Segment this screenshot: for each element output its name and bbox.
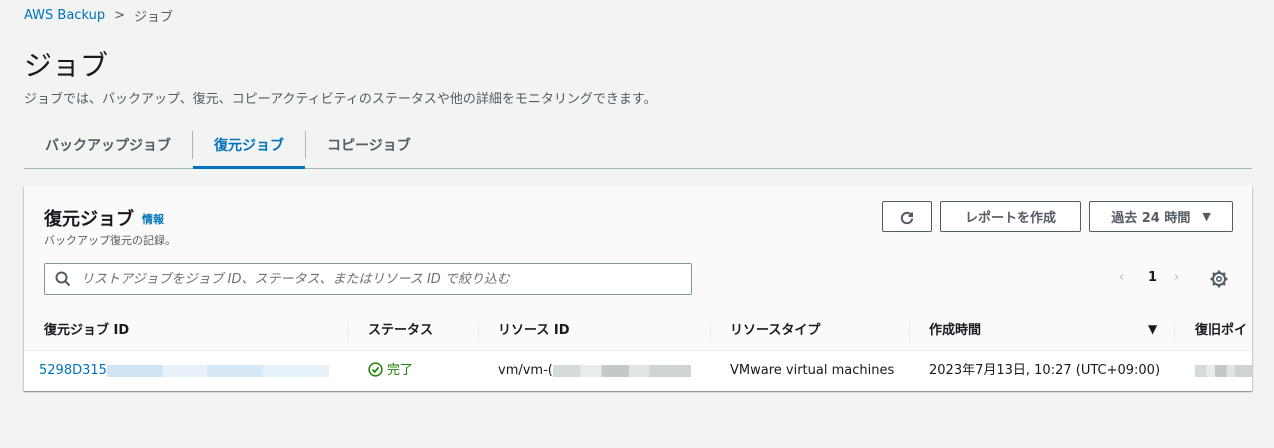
redacted-id bbox=[106, 364, 329, 377]
column-status[interactable]: ステータス bbox=[368, 316, 433, 350]
caret-down-icon: ▼ bbox=[1202, 210, 1211, 223]
next-page-button[interactable]: › bbox=[1174, 270, 1179, 285]
chevron-right-icon: > bbox=[114, 8, 125, 23]
tab-backup-jobs[interactable]: バックアップジョブ bbox=[24, 122, 192, 168]
page-description: ジョブでは、バックアップ、復元、コピーアクティビティのステータスや他の詳細をモニ… bbox=[24, 92, 657, 107]
restore-jobs-panel: 復元ジョブ 情報 バックアップ復元の記録。 レポートを作成 過去 24 時間 ▼… bbox=[24, 186, 1252, 391]
column-resource-id[interactable]: リソース ID bbox=[498, 316, 570, 350]
column-divider bbox=[909, 322, 910, 342]
column-restore-job-id[interactable]: 復元ジョブ ID bbox=[44, 316, 129, 350]
column-divider bbox=[347, 322, 348, 342]
table-row: 5298D315 完了 vm/vm-( VMware virtual machi… bbox=[24, 351, 1252, 391]
info-link[interactable]: 情報 bbox=[142, 211, 164, 227]
breadcrumb: AWS Backup > ジョブ bbox=[24, 6, 173, 25]
panel-title: 復元ジョブ bbox=[44, 209, 134, 230]
job-tabs: バックアップジョブ 復元ジョブ コピージョブ bbox=[24, 122, 1252, 169]
success-check-icon bbox=[368, 362, 383, 377]
job-id-cell: 5298D315 bbox=[39, 351, 329, 391]
creation-time-cell: 2023年7月13日, 10:27 (UTC+09:00) bbox=[929, 363, 1161, 378]
page-number[interactable]: 1 bbox=[1148, 270, 1157, 285]
column-divider bbox=[1174, 322, 1175, 342]
create-report-button[interactable]: レポートを作成 bbox=[940, 201, 1081, 232]
time-range-dropdown[interactable]: 過去 24 時間 ▼ bbox=[1089, 201, 1233, 232]
column-creation-time[interactable]: 作成時間 bbox=[929, 316, 981, 350]
gear-icon[interactable] bbox=[1210, 270, 1228, 288]
breadcrumb-current: ジョブ bbox=[133, 10, 173, 25]
refresh-button[interactable] bbox=[882, 201, 932, 232]
search-icon bbox=[55, 271, 71, 287]
tab-copy-jobs[interactable]: コピージョブ bbox=[306, 122, 432, 168]
recovery-point-cell bbox=[1195, 351, 1252, 391]
breadcrumb-aws-backup-link[interactable]: AWS Backup bbox=[24, 8, 105, 23]
resource-id-text: vm/vm-( bbox=[498, 363, 553, 378]
search-field[interactable] bbox=[44, 263, 692, 295]
redacted-resource-id bbox=[552, 364, 691, 377]
search-input[interactable] bbox=[79, 270, 683, 288]
job-id-link[interactable]: 5298D315 bbox=[39, 363, 107, 378]
resource-id-cell: vm/vm-( bbox=[498, 351, 691, 391]
table-header: 復元ジョブ ID ステータス リソース ID リソースタイプ 作成時間 ▼ 復旧… bbox=[24, 316, 1252, 351]
page-title: ジョブ bbox=[24, 49, 109, 82]
status-cell: 完了 bbox=[368, 351, 413, 391]
resource-type-cell: VMware virtual machines bbox=[730, 363, 895, 378]
panel-description: バックアップ復元の記録。 bbox=[44, 234, 176, 247]
status-text: 完了 bbox=[387, 363, 414, 378]
column-resource-type[interactable]: リソースタイプ bbox=[730, 316, 820, 350]
refresh-icon bbox=[900, 211, 914, 224]
redacted-recovery-point bbox=[1195, 364, 1252, 377]
panel-header: 復元ジョブ 情報 バックアップ復元の記録。 レポートを作成 過去 24 時間 ▼… bbox=[24, 186, 1252, 316]
column-divider bbox=[710, 322, 711, 342]
column-divider bbox=[478, 322, 479, 342]
sort-descending-icon[interactable]: ▼ bbox=[1148, 322, 1157, 336]
tab-restore-jobs[interactable]: 復元ジョブ bbox=[193, 122, 305, 169]
column-recovery-point[interactable]: 復旧ポイ bbox=[1195, 316, 1247, 350]
previous-page-button[interactable]: ‹ bbox=[1119, 270, 1124, 285]
time-range-label: 過去 24 時間 bbox=[1111, 211, 1191, 226]
